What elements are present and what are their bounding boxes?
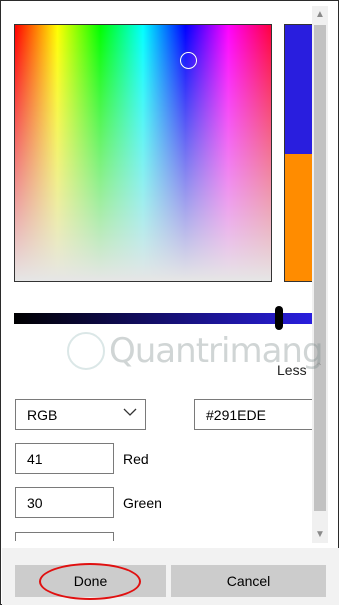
color-picker-dialog: ▲ ▼ Quantrimang Less ⌃ RGB #291EDE 41 Re…: [0, 0, 339, 605]
saturation-gradient: [15, 25, 271, 281]
value-slider-handle[interactable]: [275, 306, 283, 330]
red-input[interactable]: 41: [15, 443, 114, 474]
scroll-down-arrow-icon[interactable]: ▼: [312, 526, 328, 543]
green-label: Green: [123, 495, 162, 511]
scroll-up-arrow-icon[interactable]: ▲: [312, 6, 328, 23]
color-preview: [284, 24, 314, 282]
green-value: 30: [27, 495, 43, 511]
color-spectrum[interactable]: [14, 24, 272, 282]
chevron-down-icon: [123, 408, 137, 416]
previous-color-swatch: [285, 154, 313, 281]
hex-value: #291EDE: [206, 407, 266, 423]
green-input[interactable]: 30: [15, 487, 114, 518]
vertical-scrollbar[interactable]: ▲ ▼: [312, 6, 328, 543]
spectrum-selector-handle[interactable]: [180, 52, 197, 69]
red-label: Red: [123, 451, 149, 467]
less-toggle[interactable]: Less: [277, 362, 307, 378]
color-mode-value: RGB: [27, 407, 58, 423]
red-value: 41: [27, 451, 43, 467]
value-slider[interactable]: [14, 306, 312, 330]
new-color-swatch: [285, 25, 313, 154]
color-mode-select[interactable]: RGB: [15, 399, 146, 430]
blue-input-partial[interactable]: [15, 532, 114, 541]
watermark-logo-icon: [67, 332, 105, 370]
scrollbar-thumb[interactable]: [314, 25, 326, 511]
hex-input[interactable]: #291EDE: [194, 399, 312, 430]
highlight-ring: [39, 563, 141, 600]
cancel-button[interactable]: Cancel: [171, 565, 326, 597]
chevron-up-icon[interactable]: ⌃: [311, 362, 327, 373]
